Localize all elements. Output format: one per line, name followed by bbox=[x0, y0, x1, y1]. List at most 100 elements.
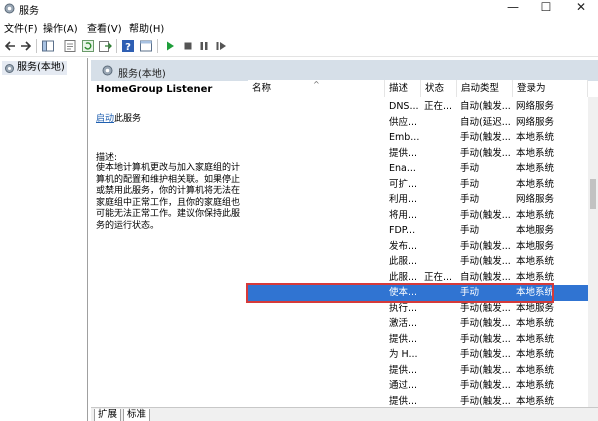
service-description: DNS... bbox=[389, 101, 419, 112]
service-description: Ena... bbox=[389, 163, 416, 174]
start-service-line: 启动此服务 bbox=[96, 111, 141, 124]
service-row[interactable]: Hyper-V Guest Service Interface为 H...手动(… bbox=[248, 347, 588, 363]
show-tree-icon[interactable] bbox=[41, 39, 55, 53]
service-startup-type: 自动(延迟... bbox=[460, 116, 511, 128]
service-row[interactable]: Function Discovery Resource Publication发… bbox=[248, 239, 588, 255]
service-description: 为 H... bbox=[389, 349, 418, 360]
service-row[interactable]: DNS ClientDNS...正在...自动(触发...网络服务 bbox=[248, 99, 588, 115]
service-row[interactable]: Downloaded Maps Manager供应...自动(延迟...网络服务 bbox=[248, 115, 588, 131]
service-description: 利用... bbox=[389, 194, 418, 205]
services-list: ^ 名称 描述 状态 启动类型 登录为 DNS ClientDNS...正在..… bbox=[248, 80, 598, 407]
minimize-button[interactable]: — bbox=[498, 0, 528, 15]
forward-arrow-icon[interactable] bbox=[19, 39, 33, 53]
description-label: 描述: bbox=[96, 153, 118, 163]
console-icon[interactable] bbox=[139, 39, 153, 53]
maximize-button[interactable]: ☐ bbox=[531, 0, 561, 15]
service-row[interactable]: Geolocation Service此服...手动(触发...本地系统 bbox=[248, 254, 588, 270]
service-logon-as: 本地系统 bbox=[516, 333, 555, 345]
service-logon-as: 本地系统 bbox=[516, 395, 555, 407]
service-logon-as: 网络服务 bbox=[516, 116, 555, 128]
column-header-label: 登录为 bbox=[517, 83, 546, 94]
description-text: 使本地计算机更改与加入家庭组的计算机的配置和维护相关联。如果停止或禁用此服务，你… bbox=[96, 163, 241, 231]
stop-icon[interactable] bbox=[181, 39, 195, 53]
back-arrow-icon[interactable] bbox=[3, 39, 17, 53]
service-logon-as: 本地系统 bbox=[516, 380, 555, 391]
service-row[interactable]: Extensible Authentication Protocol可扩...手… bbox=[248, 177, 588, 193]
service-row[interactable]: Human Interface Device Service激活...手动(触发… bbox=[248, 316, 588, 332]
column-header-description[interactable]: 描述 bbox=[385, 80, 421, 97]
service-row[interactable]: Hyper-V Remote Desktop提供...手动(触发...本地系统 bbox=[248, 394, 588, 408]
service-startup-type: 手动(触发... bbox=[460, 395, 511, 407]
console-tree: 服务(本地) bbox=[0, 58, 88, 421]
service-description: 此服... bbox=[389, 256, 418, 267]
service-description: 提供... bbox=[389, 333, 418, 345]
service-description: FDP... bbox=[389, 225, 416, 236]
play-icon[interactable] bbox=[163, 39, 177, 53]
service-row[interactable]: Hyper-V Guest Shutdown Service提供...手动(触发… bbox=[248, 363, 588, 379]
toolbar-separator bbox=[116, 39, 117, 53]
start-service-suffix: 此服务 bbox=[114, 114, 142, 124]
service-description: 提供... bbox=[389, 395, 418, 407]
service-logon-as: 本地系统 bbox=[516, 147, 555, 159]
service-logon-as: 本地服务 bbox=[516, 240, 555, 252]
svg-text:?: ? bbox=[125, 42, 131, 53]
service-startup-type: 手动(触发... bbox=[460, 318, 511, 329]
gear-icon bbox=[4, 3, 15, 14]
service-description: 提供... bbox=[389, 147, 418, 159]
service-logon-as: 本地系统 bbox=[516, 209, 555, 221]
scrollbar-thumb[interactable] bbox=[590, 179, 596, 209]
service-logon-as: 网络服务 bbox=[516, 101, 555, 112]
service-row[interactable]: Hyper-V Data Exchange Service提供...手动(触发.… bbox=[248, 332, 588, 348]
tab-extended[interactable]: 扩展 bbox=[94, 409, 122, 421]
properties-icon[interactable] bbox=[63, 39, 77, 53]
service-description: 发布... bbox=[389, 240, 418, 252]
menu-bar: 文件(F) 操作(A) 查看(V) 帮助(H) bbox=[0, 17, 598, 35]
column-header-name[interactable]: ^ 名称 bbox=[248, 80, 385, 97]
services-pane: 服务(本地) HomeGroup Listener 启动此服务 描述: 使本地计… bbox=[91, 58, 598, 421]
pause-icon[interactable] bbox=[197, 39, 211, 53]
service-row[interactable]: Encrypting File System (EFS)提供...手动(触发..… bbox=[248, 146, 588, 162]
view-tabs: 扩展 标准 bbox=[91, 407, 598, 421]
service-description: 将用... bbox=[389, 209, 418, 221]
service-row[interactable]: Function Discovery Provider HostFDP...手动… bbox=[248, 223, 588, 239]
export-icon[interactable] bbox=[98, 39, 112, 53]
tree-item-services-local[interactable]: 服务(本地) bbox=[2, 61, 67, 75]
column-header-label: 名称 bbox=[252, 83, 272, 94]
service-startup-type: 手动 bbox=[460, 163, 480, 174]
refresh-icon[interactable] bbox=[81, 39, 95, 53]
service-description: 激活... bbox=[389, 318, 418, 329]
service-row[interactable]: File History Service将用...手动(触发...本地系统 bbox=[248, 208, 588, 224]
service-logon-as: 本地系统 bbox=[516, 256, 555, 267]
close-button[interactable]: ✕ bbox=[566, 0, 596, 15]
service-startup-type: 手动(触发... bbox=[460, 147, 511, 159]
menu-file[interactable]: 文件(F) bbox=[4, 20, 38, 35]
menu-view[interactable]: 查看(V) bbox=[87, 20, 122, 35]
column-header-startup-type[interactable]: 启动类型 bbox=[457, 80, 513, 97]
column-header-status[interactable]: 状态 bbox=[421, 80, 457, 97]
menu-action[interactable]: 操作(A) bbox=[43, 20, 78, 35]
restart-icon[interactable] bbox=[214, 39, 228, 53]
sort-ascending-icon: ^ bbox=[313, 80, 320, 89]
start-service-link[interactable]: 启动 bbox=[96, 114, 114, 124]
gear-icon bbox=[5, 64, 14, 73]
pane-header: 服务(本地) bbox=[91, 60, 598, 81]
help-icon[interactable]: ? bbox=[121, 39, 135, 53]
service-row[interactable]: Enterprise App ManagementEna...手动本地系统 bbox=[248, 161, 588, 177]
service-row[interactable]: Hyper-V Heartbeat Service通过...手动(触发...本地… bbox=[248, 378, 588, 394]
menu-help[interactable]: 帮助(H) bbox=[129, 20, 164, 35]
service-description: Emb... bbox=[389, 132, 420, 143]
service-row[interactable]: embeddedmodeEmb...手动(触发...本地系统 bbox=[248, 130, 588, 146]
service-startup-type: 手动(触发... bbox=[460, 209, 511, 221]
service-row[interactable]: Fax利用...手动网络服务 bbox=[248, 192, 588, 208]
service-startup-type: 手动(触发... bbox=[460, 364, 511, 376]
service-startup-type: 手动 bbox=[460, 178, 480, 190]
service-description: 可扩... bbox=[389, 178, 418, 190]
vertical-scrollbar[interactable] bbox=[588, 97, 598, 407]
service-startup-type: 手动(触发... bbox=[460, 349, 511, 360]
gear-icon bbox=[102, 65, 113, 76]
toolbar-separator bbox=[157, 39, 158, 53]
column-header-logon-as[interactable]: 登录为 bbox=[513, 80, 588, 97]
column-header-label: 启动类型 bbox=[461, 83, 500, 94]
tab-standard[interactable]: 标准 bbox=[123, 409, 151, 421]
service-rows: DNS ClientDNS...正在...自动(触发...网络服务Downloa… bbox=[248, 97, 588, 407]
